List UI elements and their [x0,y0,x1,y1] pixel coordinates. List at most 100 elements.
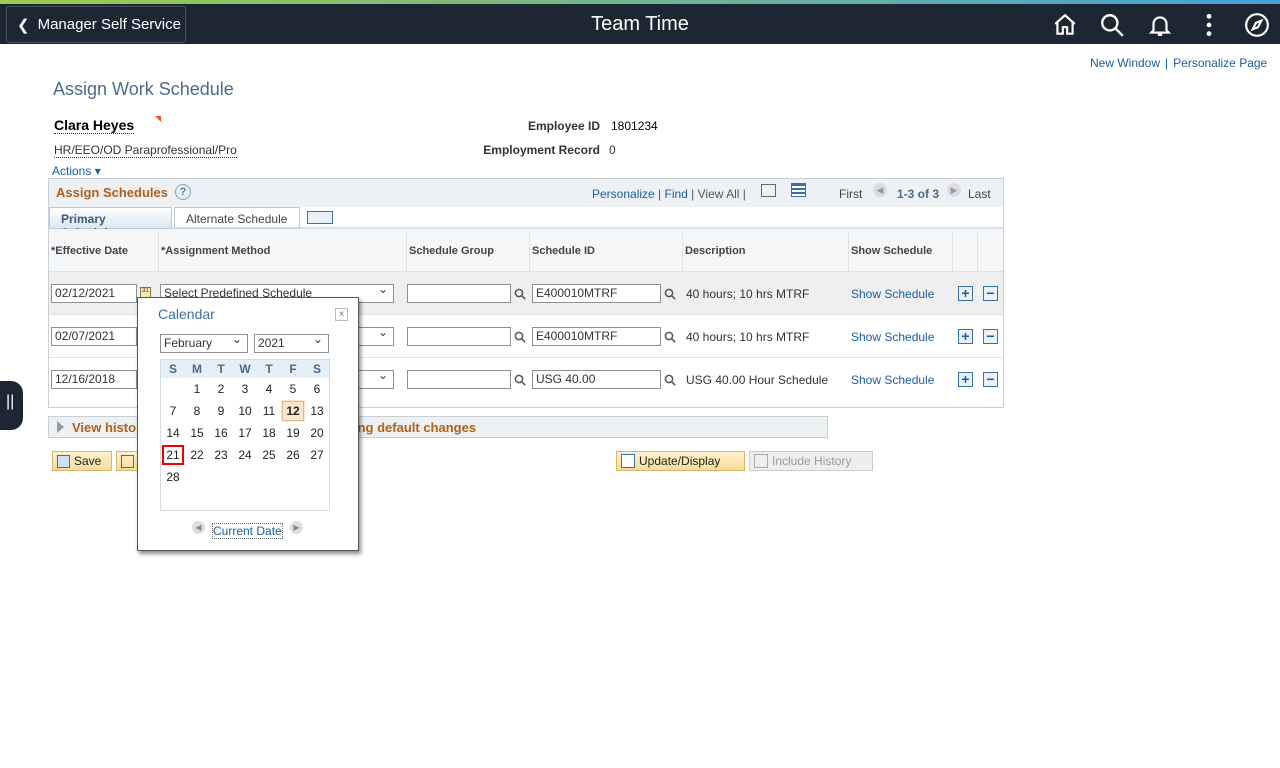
zoom-grid-icon[interactable] [761,184,776,197]
calendar-day[interactable]: 6 [305,378,329,400]
side-panel-toggle[interactable]: || [0,381,23,430]
calendar-day[interactable]: 7 [161,400,185,422]
employee-name[interactable]: Clara Heyes [54,117,135,134]
actions-menu[interactable]: Actions ▾ [52,164,101,178]
year-select[interactable]: 2021 [254,332,329,353]
schedule-id-input[interactable]: USG 40.00 [532,370,661,389]
calendar-day[interactable]: 3 [233,378,257,400]
lookup-icon[interactable] [664,288,676,300]
calendar-day[interactable]: 25 [257,444,281,466]
calendar-day[interactable]: 21 [161,444,185,466]
new-window-link[interactable]: New Window [1090,56,1160,70]
calendar-empty [305,466,329,488]
calendar-day[interactable]: 14 [161,422,185,444]
personalize-link[interactable]: Personalize [592,187,655,201]
calendar-day[interactable]: 4 [257,378,281,400]
search-icon[interactable] [1099,12,1125,38]
compass-icon[interactable] [1244,12,1270,38]
show-schedule-link[interactable]: Show Schedule [851,373,934,387]
previous-month-icon[interactable]: ◀ [192,521,205,534]
col-description: Description [683,231,849,271]
calendar-day[interactable]: 13 [305,400,329,422]
weekday-header: S [168,362,177,376]
calendar-day[interactable]: 20 [305,422,329,444]
related-content-flag-icon [155,116,161,122]
employee-id-value: 1801234 [611,119,658,133]
tab-alternate-schedule[interactable]: Alternate Schedule [174,207,300,229]
calendar-day[interactable]: 1 [185,378,209,400]
calendar-day[interactable]: 28 [161,466,185,488]
effective-date-input[interactable]: 02/12/2021 [51,284,137,303]
calendar-day[interactable]: 24 [233,444,257,466]
calendar-day[interactable]: 5 [281,378,305,400]
col-effective-date: *Effective Date [49,231,159,271]
next-icon[interactable]: ▶ [947,183,961,197]
first-link: First [839,187,863,201]
personalize-page-link[interactable]: Personalize Page [1173,56,1267,70]
calendar-day[interactable]: 2 [209,378,233,400]
calendar-day[interactable]: 19 [281,422,305,444]
include-history-button[interactable]: Include History [749,451,873,471]
schedule-id-input[interactable]: E400010MTRF [532,327,661,346]
calendar-day[interactable]: 26 [281,444,305,466]
delete-row-button[interactable]: − [983,329,998,344]
calendar-title: Calendar [158,306,215,322]
add-row-button[interactable]: + [958,329,973,344]
month-select[interactable]: February [160,332,248,353]
previous-icon[interactable]: ◀ [873,183,887,197]
page-title: Assign Work Schedule [53,79,234,99]
schedule-group-input[interactable] [407,284,511,303]
view-all-link[interactable]: View All [698,187,740,201]
effective-date-input[interactable]: 02/07/2021 [51,327,137,346]
lookup-icon[interactable] [514,288,526,300]
employee-job: HR/EEO/OD Paraprofessional/Pro [54,143,237,158]
schedule-group-input[interactable] [407,327,511,346]
calendar-day[interactable]: 17 [233,422,257,444]
bell-icon[interactable] [1147,12,1173,38]
more-icon[interactable] [1196,12,1222,38]
download-grid-icon[interactable] [791,183,806,197]
calendar-day[interactable]: 23 [209,444,233,466]
next-month-icon[interactable]: ▶ [290,521,303,534]
calendar-day[interactable]: 15 [185,422,209,444]
calendar-popup: Calendar × February 2021 SMTWTFS12345678… [137,297,359,551]
calendar-day[interactable]: 10 [233,400,257,422]
save-button[interactable]: Save [52,451,112,471]
calendar-day[interactable]: 22 [185,444,209,466]
calendar-day[interactable]: 8 [185,400,209,422]
calendar-day[interactable]: 16 [209,422,233,444]
show-schedule-link[interactable]: Show Schedule [851,330,934,344]
employee-id-label: Employee ID [527,119,600,133]
lookup-icon[interactable] [664,331,676,343]
history-icon [754,454,768,468]
weekday-header: W [239,362,251,376]
add-row-button[interactable]: + [958,372,973,387]
weekday-header: S [312,362,321,376]
home-icon[interactable] [1052,12,1078,38]
caret-down-icon: ▾ [94,164,101,178]
show-schedule-link[interactable]: Show Schedule [851,287,934,301]
calendar-day[interactable]: 12 [281,400,305,422]
schedule-id-input[interactable]: E400010MTRF [532,284,661,303]
delete-row-button[interactable]: − [983,372,998,387]
tab-primary-schedule[interactable]: Primary Schedule [49,207,172,240]
lookup-icon[interactable] [514,374,526,386]
calendar-day[interactable]: 27 [305,444,329,466]
close-icon[interactable]: × [335,308,348,321]
divider: | [1165,56,1169,70]
find-link[interactable]: Find [665,187,688,201]
calendar-day[interactable]: 18 [257,422,281,444]
lookup-icon[interactable] [664,374,676,386]
show-all-columns-icon[interactable] [307,211,333,224]
lookup-icon[interactable] [514,331,526,343]
add-row-button[interactable]: + [958,286,973,301]
effective-date-input[interactable]: 12/16/2018 [51,370,137,389]
help-icon[interactable]: ? [175,184,191,200]
calendar-day[interactable]: 11 [257,400,281,422]
current-date-link[interactable]: Current Date [212,523,283,539]
update-display-button[interactable]: Update/Display [616,451,745,471]
calendar-day[interactable]: 9 [209,400,233,422]
employment-record-value: 0 [609,143,616,157]
delete-row-button[interactable]: − [983,286,998,301]
schedule-group-input[interactable] [407,370,511,389]
